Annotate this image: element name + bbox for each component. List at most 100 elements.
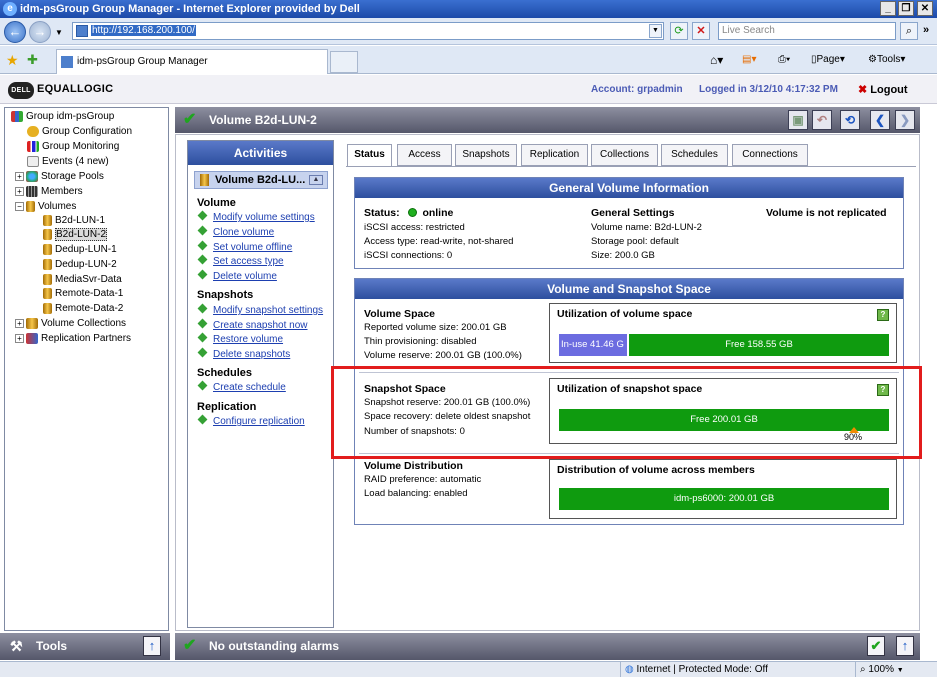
tools-menu[interactable]: ⚙Tools▾ [868,53,905,67]
activities-volume-selector[interactable]: Volume B2d-LU... ▲ [194,171,328,189]
modify-volume-settings-link[interactable]: Modify volume settings [197,210,315,224]
navigation-tree: Group idm-psGroup Group Configuration Gr… [4,107,169,631]
set-volume-offline-link[interactable]: Set volume offline [197,240,292,254]
recent-pages-dropdown-icon[interactable]: ▼ [55,28,63,37]
tree-item-volume[interactable]: Dedup-LUN-2 [43,258,117,272]
favorites-star-icon[interactable]: ★ [6,52,19,69]
tree-item-volume[interactable]: Dedup-LUN-1 [43,243,117,257]
minimize-icon[interactable]: _ [880,1,896,16]
tree-item-volume-collections[interactable]: + Volume Collections [15,317,126,331]
create-schedule-link[interactable]: Create schedule [197,380,286,394]
restore-icon[interactable]: ❐ [898,1,914,16]
general-volume-info-title: General Volume Information [355,178,903,198]
collapse-arrow-icon[interactable]: ▲ [309,175,323,185]
nav-back-icon[interactable]: ❮ [870,110,890,130]
set-access-type-link[interactable]: Set access type [197,254,284,268]
clone-volume-link[interactable]: Clone volume [197,225,274,239]
general-settings-title: General Settings [591,207,675,219]
url-dropdown-icon[interactable]: ▼ [649,24,662,38]
expand-tools-icon[interactable]: ↑ [143,636,161,656]
save-disk-icon[interactable]: ▣ [788,110,808,130]
search-input[interactable]: Live Search [718,22,896,40]
tree-item-events[interactable]: Events (4 new) [27,155,109,169]
tab-status[interactable]: Status [347,144,392,167]
feeds-icon[interactable]: ▤▾ [742,53,756,67]
stop-icon[interactable]: ✕ [692,22,710,40]
tree-item-group-configuration[interactable]: Group Configuration [27,125,132,139]
tree-item-group[interactable]: Group idm-psGroup [11,110,114,124]
tree-item-label: Dedup-LUN-2 [55,259,117,270]
expand-icon[interactable]: + [15,186,24,196]
gear-icon [27,125,39,137]
tree-item-label: Remote-Data-2 [55,303,124,314]
expand-icon[interactable]: + [15,333,24,343]
tab-underline [346,166,916,167]
undo-icon[interactable]: ↶ [812,110,832,130]
help-icon[interactable]: ? [877,309,889,321]
back-button[interactable]: ← [4,21,26,43]
nav-forward-icon[interactable]: ❯ [895,110,915,130]
browser-tab[interactable]: idm-psGroup Group Manager [56,49,328,74]
tab-access[interactable]: Access [397,144,452,166]
tab-replication[interactable]: Replication [521,144,588,166]
new-tab-button[interactable] [330,51,358,73]
close-window-icon[interactable]: ✕ [917,1,933,16]
tree-item-members[interactable]: + Members [15,185,83,199]
tab-favicon-icon [61,56,73,68]
tree-item-replication-partners[interactable]: + Replication Partners [15,332,131,346]
page-favicon-icon [76,25,88,37]
link-text: Delete snapshots [213,349,291,360]
tree-item-volume[interactable]: Remote-Data-2 [43,302,123,316]
tree-item-label: Dedup-LUN-1 [55,244,117,255]
volume-icon [43,228,52,240]
page-menu[interactable]: ▯Page▾ [811,53,845,67]
modify-snapshot-settings-link[interactable]: Modify snapshot settings [197,303,323,317]
alarms-bar[interactable]: ✔ No outstanding alarms ✔ ↑ [175,633,920,660]
print-icon[interactable]: ⎙▾ [778,53,790,67]
toolbar-overflow-icon[interactable]: » [923,24,929,36]
security-zone[interactable]: ◍ Internet | Protected Mode: Off [620,662,850,677]
search-go-icon[interactable]: ⌕ [900,22,918,40]
window-titlebar: e idm-psGroup Group Manager - Internet E… [0,0,937,18]
tree-item-volume[interactable]: MediaSvr-Data [43,273,122,287]
delete-volume-link[interactable]: Delete volume [197,269,277,283]
add-favorites-icon[interactable]: ✚ [27,52,38,68]
bar-chart-icon [27,140,39,152]
expand-alarms-icon[interactable]: ↑ [896,636,914,656]
restore-volume-link[interactable]: Restore volume [197,332,283,346]
tree-item-volume[interactable]: Remote-Data-1 [43,287,123,301]
tab-snapshots[interactable]: Snapshots [455,144,517,166]
refresh-icon[interactable]: ⟳ [670,22,688,40]
volume-reserve: Volume reserve: 200.01 GB (100.0%) [364,350,522,361]
forward-button[interactable]: → [29,21,51,43]
tree-item-volume-selected[interactable]: B2d-LUN-2 [43,228,108,242]
tab-schedules[interactable]: Schedules [661,144,728,166]
zoom-control[interactable]: ⌕ 100% ▼ [855,662,937,677]
activities-section-snapshots: Snapshots [197,289,254,301]
activities-selected-label: Volume B2d-LU... [215,174,306,186]
configure-replication-link[interactable]: Configure replication [197,414,305,428]
tab-connections[interactable]: Connections [732,144,808,166]
tree-item-volume[interactable]: B2d-LUN-1 [43,214,105,228]
bullet-diamond-icon [197,347,208,358]
tab-title: idm-psGroup Group Manager [77,56,208,67]
tools-panel-header[interactable]: ⚒ Tools ↑ [0,633,170,660]
volume-icon [43,258,52,270]
tree-item-storage-pools[interactable]: + Storage Pools [15,170,104,184]
logout-button[interactable]: ✖ Logout [858,83,908,96]
bullet-diamond-icon [197,254,208,265]
delete-snapshots-link[interactable]: Delete snapshots [197,347,291,361]
create-snapshot-link[interactable]: Create snapshot now [197,318,308,332]
address-input[interactable]: http://192.168.200.100/ ▼ [72,22,664,40]
tab-collections[interactable]: Collections [591,144,658,166]
tree-item-volumes[interactable]: − Volumes [15,200,76,214]
expand-icon[interactable]: + [15,318,24,328]
home-icon[interactable]: ⌂▾ [710,53,723,67]
expand-icon[interactable]: + [15,171,24,181]
tools-hammer-icon: ⚒ [10,638,23,654]
acknowledge-alarms-icon[interactable]: ✔ [867,636,885,656]
tree-item-group-monitoring[interactable]: Group Monitoring [27,140,119,154]
bullet-diamond-icon [197,414,208,425]
refresh-data-icon[interactable]: ⟲ [840,110,860,130]
collapse-icon[interactable]: − [15,201,24,211]
